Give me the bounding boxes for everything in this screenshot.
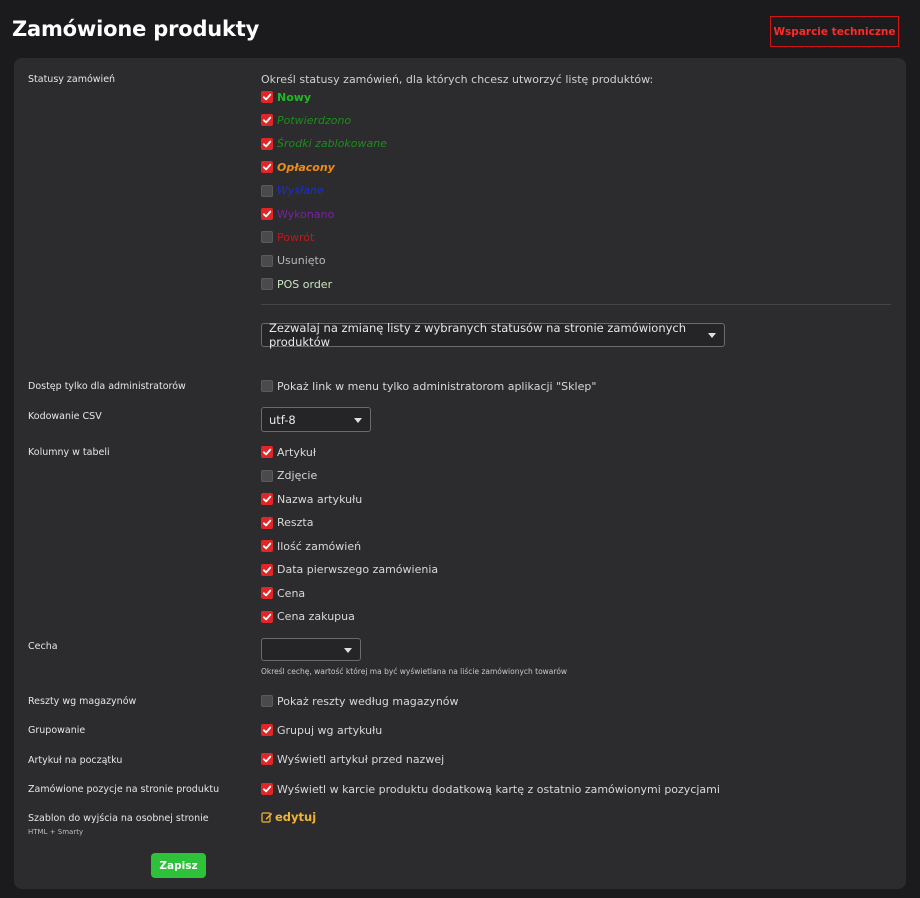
column-option[interactable]: Zdjęcie bbox=[261, 468, 317, 484]
status-label: POS order bbox=[277, 277, 333, 291]
divider bbox=[261, 304, 891, 305]
column-label: Cena zakupua bbox=[277, 610, 355, 623]
sku-first-option[interactable]: Wyświetl artykuł przed nazwej bbox=[261, 751, 444, 767]
settings-panel: Statusy zamówień Określ statusy zamówień… bbox=[14, 58, 906, 889]
statuses-intro: Określ statusy zamówień, dla których chc… bbox=[261, 73, 654, 86]
status-checkbox[interactable] bbox=[261, 254, 273, 267]
grouping-label: Grupowanie bbox=[28, 725, 86, 736]
status-option[interactable]: POS order bbox=[261, 276, 332, 292]
feature-label: Cecha bbox=[28, 641, 58, 652]
status-label: Wykonano bbox=[277, 207, 335, 221]
status-label: Opłacony bbox=[277, 160, 335, 174]
admin-only-label: Dostęp tylko dla administratorów bbox=[28, 381, 186, 392]
template-sublabel: HTML + Smarty bbox=[28, 828, 84, 836]
status-label: Powrót bbox=[277, 230, 315, 244]
status-option[interactable]: Środki zablokowane bbox=[261, 136, 387, 152]
status-option[interactable]: Wysłane bbox=[261, 183, 324, 199]
template-label-text: Szablon do wyjścia na osobnej stronie bbox=[28, 813, 209, 824]
status-option[interactable]: Potwierdzono bbox=[261, 112, 351, 128]
page-header: Zamówione produkty Wsparcie techniczne bbox=[0, 0, 920, 58]
admin-only-option[interactable]: Pokaż link w menu tylko administratorom … bbox=[261, 378, 596, 394]
status-option[interactable]: Powrót bbox=[261, 229, 314, 245]
csv-encoding-label: Kodowanie CSV bbox=[28, 411, 102, 422]
feature-hint: Określ cechę, wartość której ma być wyśw… bbox=[261, 667, 568, 676]
template-edit-link[interactable]: edytuj bbox=[261, 810, 316, 824]
status-option[interactable]: Wykonano bbox=[261, 206, 334, 222]
column-checkbox[interactable] bbox=[261, 516, 273, 529]
csv-encoding-select[interactable]: utf-8 bbox=[261, 407, 371, 432]
support-button[interactable]: Wsparcie techniczne bbox=[770, 16, 899, 47]
chevron-down-icon bbox=[354, 417, 362, 423]
grouping-checkbox[interactable] bbox=[261, 724, 273, 736]
status-change-select-value: Zezwalaj na zmianę listy z wybranych sta… bbox=[269, 321, 687, 349]
column-label: Nazwa artykułu bbox=[277, 492, 363, 506]
status-label: Nowy bbox=[277, 90, 312, 104]
column-option[interactable]: Data pierwszego zamówienia bbox=[261, 562, 438, 578]
statuses-label: Statusy zamówień bbox=[28, 74, 116, 85]
status-checkbox[interactable] bbox=[261, 161, 273, 174]
column-option[interactable]: Artykuł bbox=[261, 444, 316, 460]
column-option[interactable]: Cena zakupua bbox=[261, 609, 355, 625]
status-label: Wysłane bbox=[277, 184, 324, 198]
edit-icon bbox=[261, 812, 273, 823]
template-edit-label: edytuj bbox=[275, 810, 317, 824]
column-checkbox[interactable] bbox=[261, 469, 273, 482]
column-label: Zdjęcie bbox=[277, 469, 318, 482]
stock-by-warehouse-label: Reszty wg magazynów bbox=[28, 696, 137, 707]
column-option[interactable]: Cena bbox=[261, 585, 305, 601]
status-checkbox[interactable] bbox=[261, 208, 273, 220]
status-option[interactable]: Usunięto bbox=[261, 253, 326, 269]
template-label: Szablon do wyjścia na osobnej stronie HT… bbox=[28, 813, 209, 836]
column-checkbox[interactable] bbox=[261, 540, 273, 552]
status-option[interactable]: Opłacony bbox=[261, 159, 335, 175]
save-button[interactable]: Zapisz bbox=[151, 853, 206, 878]
column-checkbox[interactable] bbox=[261, 610, 273, 623]
column-label: Artykuł bbox=[277, 445, 316, 459]
product-page-checkbox-label: Wyświetl w karcie produktu dodatkową kar… bbox=[277, 782, 720, 796]
stock-by-warehouse-option[interactable]: Pokaż reszty według magazynów bbox=[261, 693, 459, 709]
admin-only-checkbox-label: Pokaż link w menu tylko administratorom … bbox=[277, 379, 597, 393]
sku-first-checkbox[interactable] bbox=[261, 753, 273, 765]
column-checkbox[interactable] bbox=[261, 563, 273, 576]
status-label: Potwierdzono bbox=[277, 113, 352, 127]
column-option[interactable]: Ilość zamówień bbox=[261, 538, 361, 554]
column-label: Ilość zamówień bbox=[277, 539, 362, 553]
sku-first-checkbox-label: Wyświetl artykuł przed nazwej bbox=[277, 752, 445, 766]
chevron-down-icon bbox=[708, 333, 716, 338]
admin-only-checkbox[interactable] bbox=[261, 380, 273, 392]
chevron-down-icon bbox=[344, 647, 352, 653]
product-page-checkbox[interactable] bbox=[261, 783, 273, 795]
status-label: Usunięto bbox=[277, 254, 326, 268]
column-label: Cena bbox=[277, 586, 306, 600]
status-change-select[interactable]: Zezwalaj na zmianę listy z wybranych sta… bbox=[261, 321, 725, 349]
status-checkbox[interactable] bbox=[261, 231, 273, 244]
product-page-option[interactable]: Wyświetl w karcie produktu dodatkową kar… bbox=[261, 781, 720, 797]
product-page-label: Zamówione pozycje na stronie produktu bbox=[28, 784, 220, 795]
feature-select[interactable] bbox=[261, 638, 361, 661]
columns-label: Kolumny w tabeli bbox=[28, 447, 110, 458]
column-label: Reszta bbox=[277, 516, 314, 529]
column-option[interactable]: Nazwa artykułu bbox=[261, 491, 362, 507]
stock-by-warehouse-checkbox[interactable] bbox=[261, 695, 273, 707]
status-checkbox[interactable] bbox=[261, 278, 273, 291]
sku-first-label: Artykuł na początku bbox=[28, 755, 123, 766]
status-checkbox[interactable] bbox=[261, 114, 273, 127]
grouping-checkbox-label: Grupuj wg artykułu bbox=[277, 723, 383, 737]
status-checkbox[interactable] bbox=[261, 91, 273, 103]
page-title: Zamówione produkty bbox=[12, 17, 260, 41]
column-label: Data pierwszego zamówienia bbox=[277, 563, 439, 576]
column-option[interactable]: Reszta bbox=[261, 515, 313, 531]
status-checkbox[interactable] bbox=[261, 137, 273, 150]
column-checkbox[interactable] bbox=[261, 587, 273, 599]
status-checkbox[interactable] bbox=[261, 184, 273, 197]
stock-by-warehouse-checkbox-label: Pokaż reszty według magazynów bbox=[277, 694, 459, 708]
column-checkbox[interactable] bbox=[261, 493, 273, 505]
grouping-option[interactable]: Grupuj wg artykułu bbox=[261, 722, 382, 738]
csv-encoding-value: utf-8 bbox=[269, 412, 296, 427]
status-option[interactable]: Nowy bbox=[261, 89, 311, 105]
column-checkbox[interactable] bbox=[261, 446, 273, 458]
status-label: Środki zablokowane bbox=[277, 137, 387, 151]
